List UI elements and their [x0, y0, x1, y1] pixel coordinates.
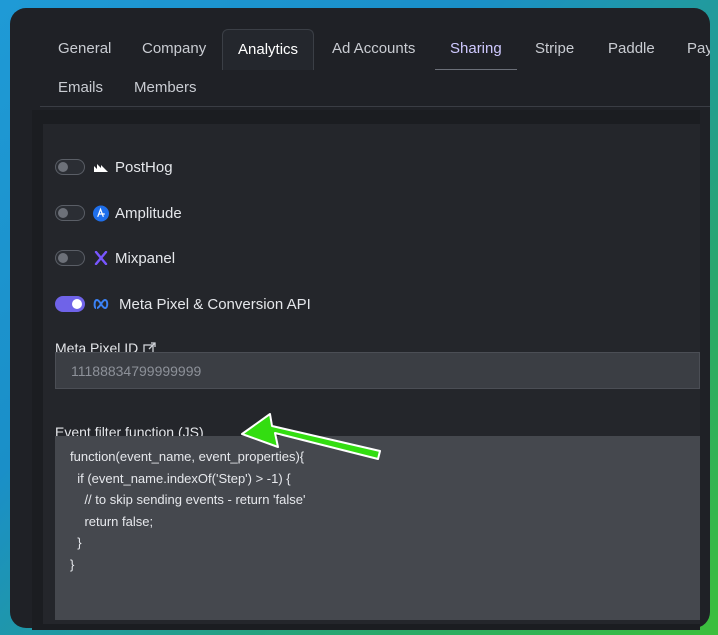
meta-toggle[interactable]: [55, 296, 85, 312]
annotation-arrow-icon: [241, 413, 381, 460]
meta-pixel-id-input[interactable]: 11188834799999999: [55, 352, 700, 389]
mixpanel-label: Mixpanel: [115, 249, 176, 267]
tab-pay[interactable]: Pay: [687, 39, 710, 59]
tab-analytics[interactable]: Analytics: [222, 29, 315, 70]
posthog-toggle[interactable]: [55, 159, 85, 175]
tab-paddle[interactable]: Paddle: [608, 39, 655, 59]
mixpanel-icon: [93, 250, 109, 266]
integration-row-posthog: PostHog: [55, 156, 173, 178]
tab-general[interactable]: General: [58, 39, 111, 59]
tab-company[interactable]: Company: [142, 39, 206, 59]
meta-label: Meta Pixel & Conversion API: [119, 295, 311, 313]
mixpanel-toggle[interactable]: [55, 250, 85, 266]
integration-row-amplitude: Amplitude: [55, 202, 182, 224]
settings-tabs: General Company Analytics Ad Accounts Sh…: [10, 8, 710, 108]
tab-sharing[interactable]: Sharing: [450, 39, 502, 59]
tab-emails[interactable]: Emails: [58, 78, 103, 98]
integration-row-meta: Meta Pixel & Conversion API: [55, 293, 311, 315]
sharing-tab-underline: [435, 69, 517, 70]
integration-row-mixpanel: Mixpanel: [55, 247, 175, 269]
amplitude-toggle[interactable]: [55, 205, 85, 221]
amplitude-icon: [93, 205, 109, 221]
posthog-label: PostHog: [115, 158, 173, 176]
tab-divider: [40, 106, 710, 107]
meta-icon: [93, 296, 113, 312]
posthog-icon: [93, 159, 109, 175]
tab-ad-accounts[interactable]: Ad Accounts: [332, 39, 415, 59]
amplitude-label: Amplitude: [115, 204, 182, 222]
tab-members[interactable]: Members: [134, 78, 197, 98]
tab-stripe[interactable]: Stripe: [535, 39, 574, 59]
